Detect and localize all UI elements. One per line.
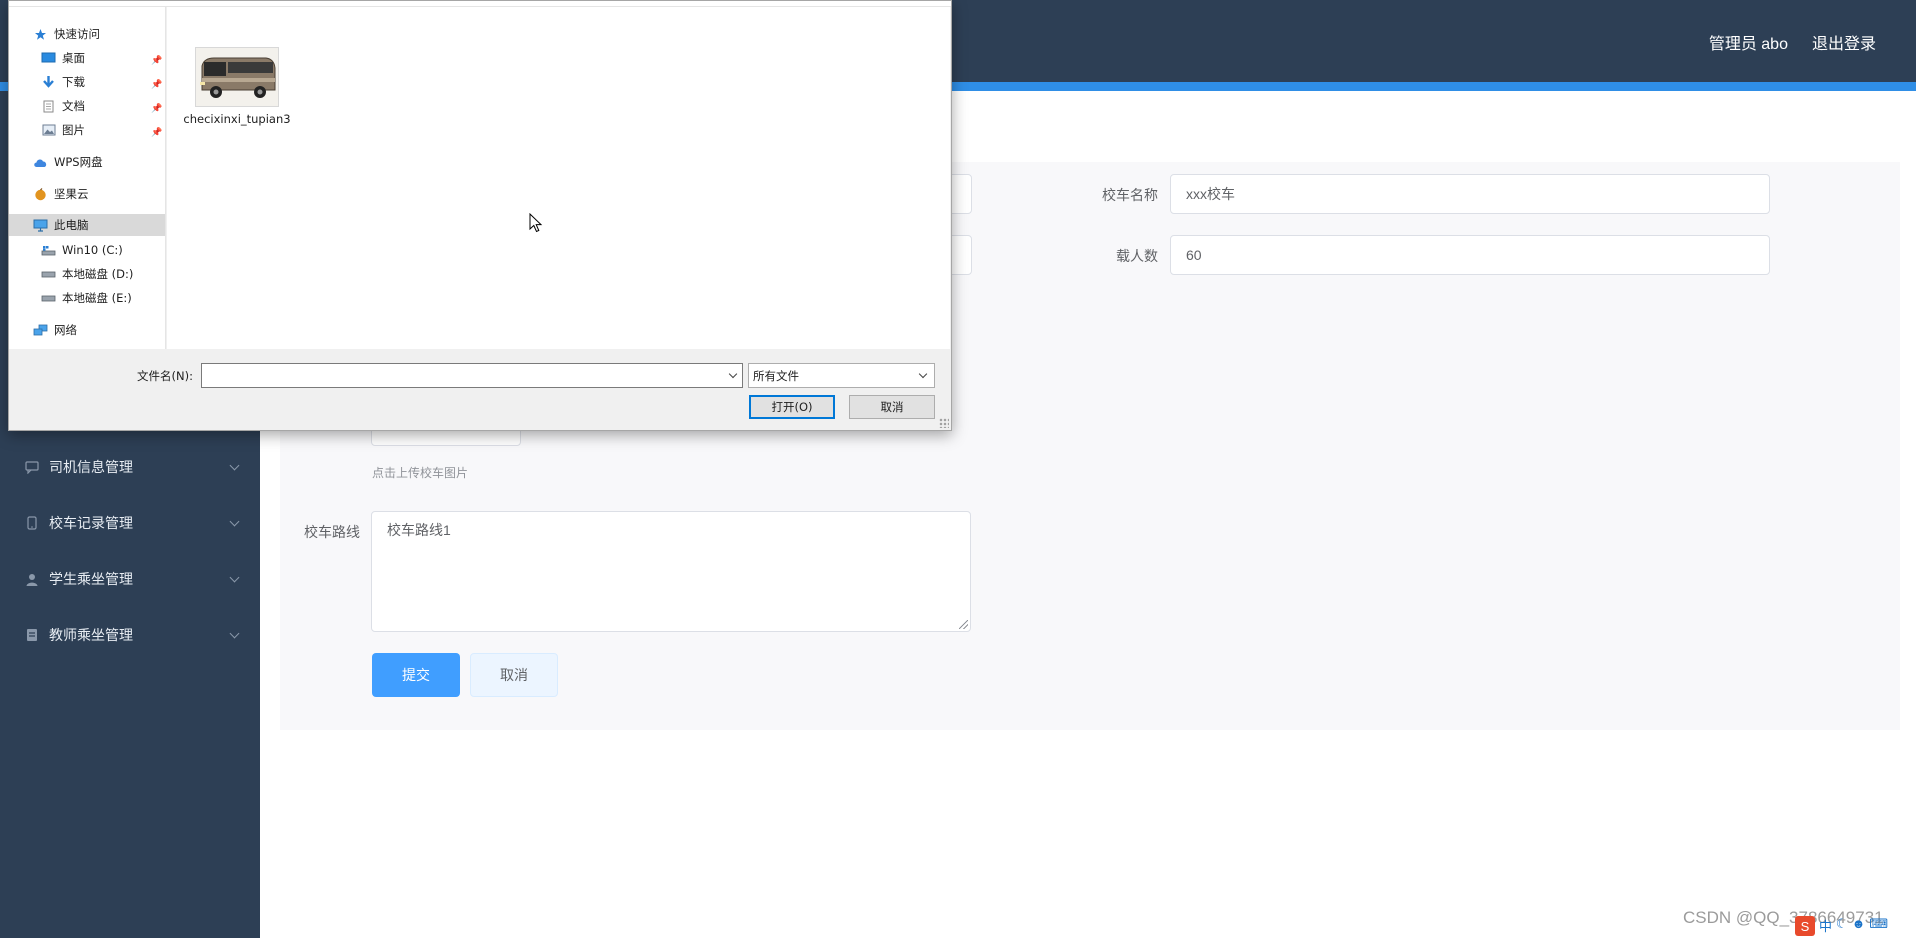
capacity-label: 载人数 <box>1116 248 1158 264</box>
chevron-down-icon <box>918 369 928 379</box>
sidebar-item-bus-records[interactable]: 校车记录管理 <box>0 495 260 551</box>
nav-label: 快速访问 <box>54 27 100 41</box>
mouse-cursor-icon <box>529 213 543 233</box>
nav-label: 桌面 <box>62 51 85 65</box>
nav-label: 本地磁盘 (D:) <box>62 267 134 281</box>
phone-icon <box>24 515 40 531</box>
file-open-dialog: 快速访问 桌面 📌 下载 📌 文档 📌 图片 📌 WPS网盘 坚果云 此电脑 W… <box>8 0 952 431</box>
emoji-icon[interactable]: ☻ <box>1852 916 1866 936</box>
nut-cloud-icon <box>33 187 48 201</box>
resize-handle-icon[interactable] <box>959 620 968 629</box>
nav-drive-d[interactable]: 本地磁盘 (D:) <box>41 263 159 285</box>
filetype-value: 所有文件 <box>753 368 799 383</box>
header-user-area: 管理员 abo 退出登录 <box>1709 30 1876 54</box>
submit-button[interactable]: 提交 <box>372 653 460 697</box>
nav-downloads[interactable]: 下载 <box>41 71 159 93</box>
cancel-button[interactable]: 取消 <box>470 653 558 697</box>
pin-icon[interactable]: 📌 <box>151 79 162 89</box>
drive-c-icon <box>41 244 56 257</box>
sidebar-item-teacher-rides[interactable]: 教师乘坐管理 <box>0 607 260 663</box>
admin-user-label: 管理员 abo <box>1708 36 1788 53</box>
route-label: 校车路线 <box>304 524 360 540</box>
nav-pictures[interactable]: 图片 <box>41 119 159 141</box>
pin-icon[interactable]: 📌 <box>151 127 162 137</box>
nav-drive-c[interactable]: Win10 (C:) <box>41 239 159 261</box>
chevron-down-icon <box>229 516 240 526</box>
nav-label: WPS网盘 <box>54 155 103 169</box>
navigation-pane: 快速访问 桌面 📌 下载 📌 文档 📌 图片 📌 WPS网盘 坚果云 此电脑 W… <box>9 7 166 349</box>
sidebar-item-student-rides[interactable]: 学生乘坐管理 <box>0 551 260 607</box>
route-text: 校车路线1 <box>387 522 451 538</box>
pin-icon[interactable]: 📌 <box>151 55 162 65</box>
upload-tip: 点击上传校车图片 <box>372 466 469 480</box>
nav-drive-e[interactable]: 本地磁盘 (E:) <box>41 287 159 309</box>
nav-network[interactable]: 网络 <box>33 319 159 341</box>
capacity-input[interactable]: 60 <box>1170 235 1770 275</box>
keyboard-icon[interactable]: ⌨ <box>1869 916 1888 936</box>
nav-label: 本地磁盘 (E:) <box>62 291 132 305</box>
resize-grip-icon[interactable] <box>939 418 949 428</box>
filename-label: 文件名(N): <box>137 369 193 383</box>
nav-quick-access[interactable]: 快速访问 <box>33 23 159 45</box>
file-list-area: checixinxi_tupian3 <box>167 7 950 349</box>
open-button[interactable]: 打开(O) <box>749 395 835 419</box>
drive-icon <box>41 268 56 281</box>
user-icon <box>24 571 40 587</box>
chevron-down-icon <box>229 572 240 582</box>
drive-icon <box>41 292 56 305</box>
sidebar-item-label: 学生乘坐管理 <box>49 571 133 587</box>
nav-wps-cloud[interactable]: WPS网盘 <box>33 151 159 173</box>
moon-icon[interactable]: ☾ <box>1836 916 1848 936</box>
sidebar-item-label: 教师乘坐管理 <box>49 627 133 643</box>
filetype-select[interactable]: 所有文件 <box>748 363 935 388</box>
nav-label: 下载 <box>62 75 85 89</box>
document-icon <box>41 100 56 113</box>
nav-label: Win10 (C:) <box>62 243 123 257</box>
cloud-icon <box>33 156 48 169</box>
nav-label: 文档 <box>62 99 85 113</box>
chat-icon <box>24 459 40 475</box>
logout-link[interactable]: 退出登录 <box>1812 30 1876 54</box>
pictures-icon <box>41 124 56 137</box>
nav-label: 此电脑 <box>54 218 89 232</box>
route-textarea[interactable]: 校车路线1 <box>371 511 971 632</box>
nav-label: 网络 <box>54 323 77 337</box>
pin-icon[interactable]: 📌 <box>151 103 162 113</box>
document-icon <box>24 627 40 643</box>
ime-language-indicator[interactable]: 中 <box>1819 916 1832 936</box>
chevron-down-icon[interactable] <box>728 369 738 379</box>
computer-icon <box>33 219 48 232</box>
bus-name-label: 校车名称 <box>1102 187 1158 203</box>
network-icon <box>33 324 48 337</box>
nav-this-pc[interactable]: 此电脑 <box>9 214 165 236</box>
bus-name-input[interactable]: xxx校车 <box>1170 174 1770 214</box>
nav-documents[interactable]: 文档 <box>41 95 159 117</box>
file-name-label[interactable]: checixinxi_tupian3 <box>181 111 293 127</box>
star-icon <box>33 28 48 41</box>
download-icon <box>41 76 56 89</box>
nav-desktop[interactable]: 桌面 <box>41 47 159 69</box>
system-tray: S 中 ☾ ☻ ⌨ <box>1795 916 1888 936</box>
desktop-icon <box>41 52 56 65</box>
file-thumbnail-bus[interactable] <box>195 47 279 107</box>
nav-label: 图片 <box>62 123 85 137</box>
chevron-down-icon <box>229 460 240 470</box>
dialog-cancel-button[interactable]: 取消 <box>849 395 935 419</box>
sidebar-item-label: 司机信息管理 <box>49 459 133 475</box>
sogou-ime-icon[interactable]: S <box>1795 916 1815 936</box>
sidebar-item-driver-info[interactable]: 司机信息管理 <box>0 439 260 495</box>
sidebar-item-label: 校车记录管理 <box>49 515 133 531</box>
chevron-down-icon <box>229 628 240 638</box>
nav-label: 坚果云 <box>54 187 89 201</box>
filename-input[interactable] <box>201 363 743 388</box>
nav-nutstore[interactable]: 坚果云 <box>33 183 159 205</box>
